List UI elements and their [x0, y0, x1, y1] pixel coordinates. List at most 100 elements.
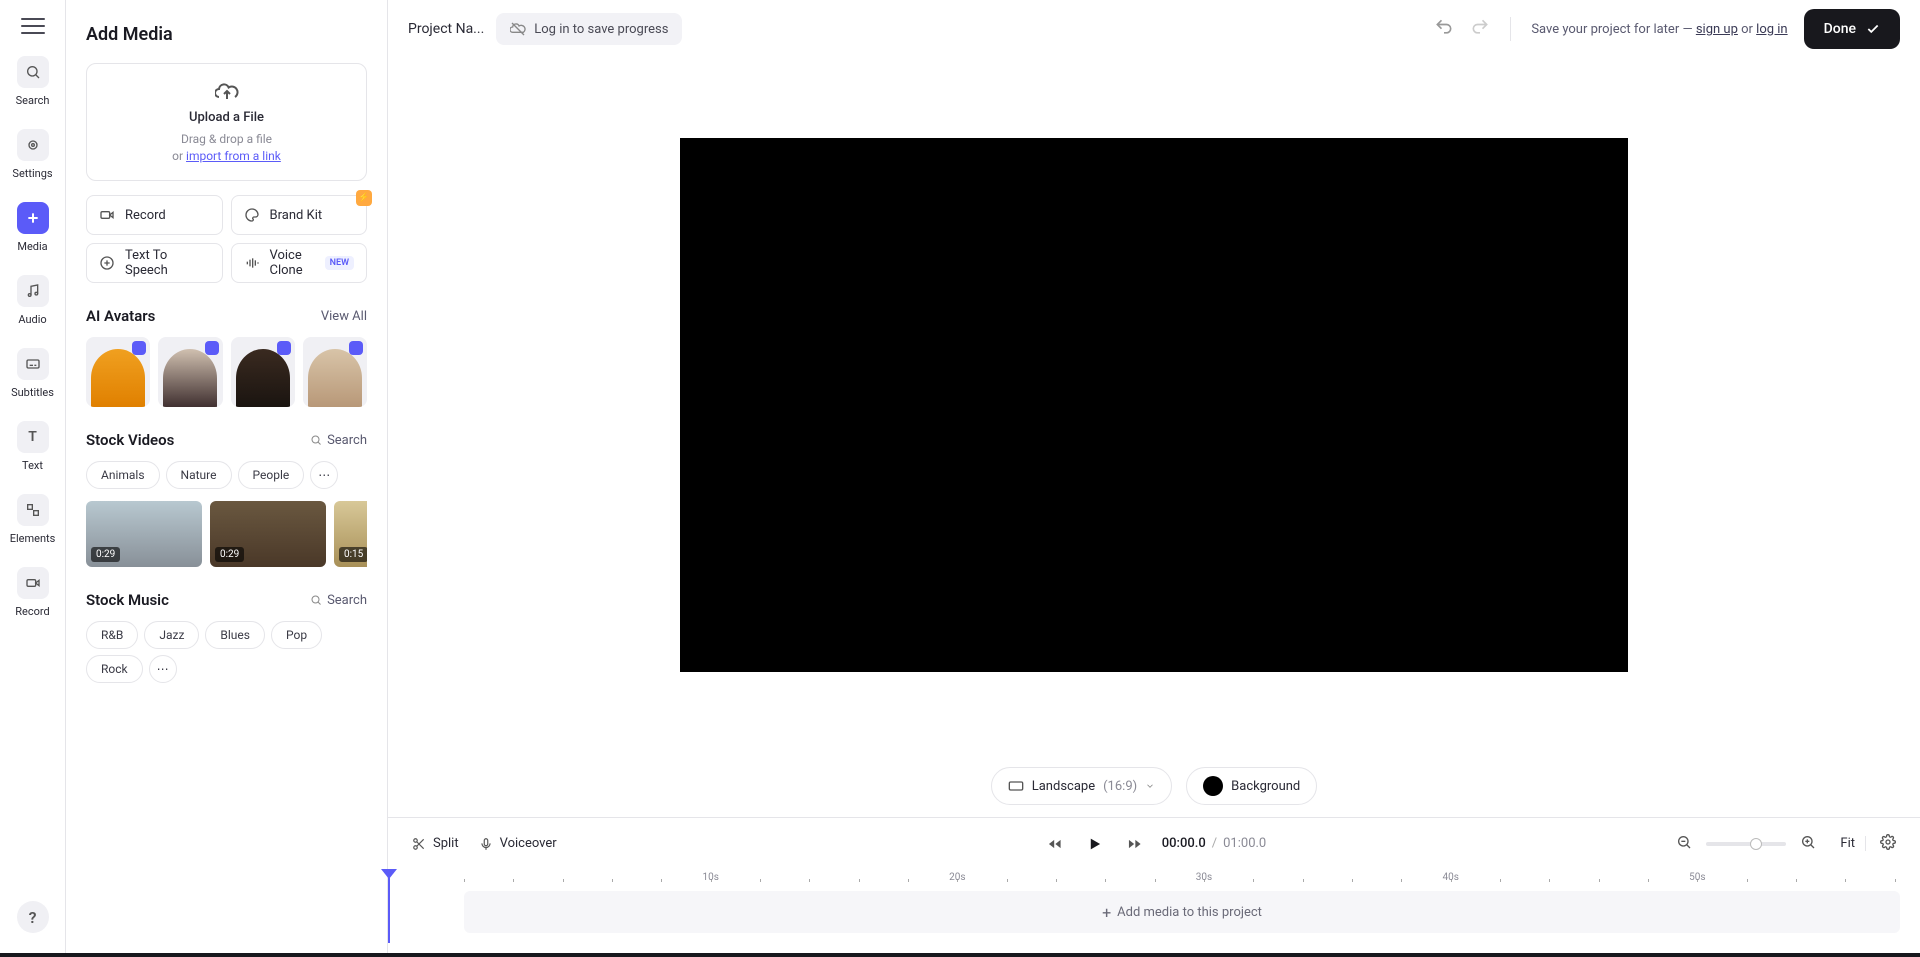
nav-label: Search [16, 94, 50, 107]
rewind-button[interactable] [1042, 831, 1068, 857]
avatar-card[interactable] [303, 337, 367, 407]
elements-icon [17, 494, 49, 526]
nav-subtitles[interactable]: Subtitles [0, 348, 65, 399]
voice-clone-button[interactable]: Voice Clone NEW [231, 243, 368, 283]
chip-blues[interactable]: Blues [205, 621, 265, 649]
nav-record[interactable]: Record [0, 567, 65, 618]
avatar-card[interactable] [86, 337, 150, 407]
zoom-in-button[interactable] [1800, 834, 1816, 854]
landscape-icon [1008, 780, 1024, 792]
chip-people[interactable]: People [238, 461, 305, 489]
menu-icon[interactable] [21, 18, 45, 34]
brand-kit-button[interactable]: Brand Kit ⚡ [231, 195, 368, 235]
chip-pop[interactable]: Pop [271, 621, 322, 649]
add-media-track[interactable]: +Add media to this project [464, 891, 1900, 933]
aspect-ratio-button[interactable]: Landscape (16:9) [991, 767, 1172, 805]
undo-button[interactable] [1434, 17, 1454, 41]
sign-up-link[interactable]: sign up [1696, 22, 1738, 37]
gear-icon [1880, 834, 1896, 850]
text-icon: T [17, 421, 49, 453]
upload-title: Upload a File [189, 110, 264, 125]
search-videos-link[interactable]: Search [310, 433, 367, 448]
avatar-card[interactable] [158, 337, 222, 407]
nav-label: Audio [18, 313, 46, 326]
time-display: 00:00.0/01:00.0 [1162, 836, 1266, 851]
upload-icon [215, 80, 239, 104]
timeline-track-area: 10s20s30s40s50s1m +Add media to this pro… [388, 869, 1920, 953]
left-nav: Search Settings Media Audio Subtitles T … [0, 0, 66, 953]
voiceover-button[interactable]: Voiceover [479, 836, 557, 851]
speech-icon [99, 255, 115, 271]
waveform-icon [244, 255, 260, 271]
scissors-icon [412, 837, 426, 851]
view-all-link[interactable]: View All [321, 309, 367, 324]
nav-search[interactable]: Search [0, 56, 65, 107]
play-icon [1087, 836, 1103, 852]
panel-title: Add Media [86, 24, 367, 45]
settings-icon [17, 129, 49, 161]
nav-audio[interactable]: Audio [0, 275, 65, 326]
chip-rnb[interactable]: R&B [86, 621, 138, 649]
avatars-heading: AI Avatars [86, 307, 155, 325]
duration-badge: 0:29 [215, 547, 244, 562]
playhead[interactable] [388, 869, 390, 943]
nav-text[interactable]: T Text [0, 421, 65, 472]
ai-badge-icon [132, 341, 146, 355]
done-button[interactable]: Done [1804, 9, 1900, 49]
upload-subtitle: Drag & drop a file or import from a link [172, 131, 281, 165]
chip-jazz[interactable]: Jazz [144, 621, 199, 649]
search-icon [17, 56, 49, 88]
chip-more[interactable]: ⋯ [310, 461, 338, 489]
chip-nature[interactable]: Nature [166, 461, 232, 489]
avatar-card[interactable] [231, 337, 295, 407]
import-link[interactable]: import from a link [186, 149, 281, 163]
record-button[interactable]: Record [86, 195, 223, 235]
chip-animals[interactable]: Animals [86, 461, 160, 489]
stock-video-card[interactable]: 0:29 [86, 501, 202, 567]
split-button[interactable]: Split [412, 836, 459, 851]
nav-label: Settings [12, 167, 52, 180]
background-button[interactable]: Background [1186, 767, 1317, 805]
zoom-out-button[interactable] [1676, 834, 1692, 854]
forward-button[interactable] [1122, 831, 1148, 857]
nav-settings[interactable]: Settings [0, 129, 65, 180]
project-name[interactable]: Project Na... [408, 21, 484, 37]
chevron-down-icon [1145, 781, 1155, 791]
fit-button[interactable]: Fit [1830, 836, 1866, 851]
stock-video-card[interactable]: 0:29 [210, 501, 326, 567]
slider-thumb[interactable] [1750, 838, 1762, 850]
plus-icon [17, 202, 49, 234]
play-button[interactable] [1082, 831, 1108, 857]
tts-button[interactable]: Text To Speech [86, 243, 223, 283]
login-pill[interactable]: Log in to save progress [496, 13, 682, 45]
search-music-link[interactable]: Search [310, 593, 367, 608]
redo-button[interactable] [1470, 17, 1490, 41]
timeline-settings-button[interactable] [1880, 834, 1896, 854]
search-icon [310, 434, 322, 446]
help-button[interactable]: ? [17, 901, 49, 933]
ai-badge-icon [349, 341, 363, 355]
top-bar: Project Na... Log in to save progress Sa… [388, 0, 1920, 58]
side-panel: Add Media Upload a File Drag & drop a fi… [66, 0, 388, 953]
player-area [388, 58, 1920, 751]
search-icon [310, 594, 322, 606]
video-canvas[interactable] [680, 138, 1628, 672]
cloud-off-icon [510, 21, 526, 37]
bottom-strip [0, 953, 1920, 957]
undo-icon [1434, 17, 1454, 37]
nav-label: Subtitles [11, 386, 54, 399]
log-in-link[interactable]: log in [1756, 22, 1787, 37]
new-badge: NEW [325, 256, 354, 270]
chip-more[interactable]: ⋯ [149, 655, 177, 683]
nav-elements[interactable]: Elements [0, 494, 65, 545]
upload-box[interactable]: Upload a File Drag & drop a file or impo… [86, 63, 367, 181]
camera-icon [99, 207, 115, 223]
zoom-out-icon [1676, 834, 1692, 850]
nav-media[interactable]: Media [0, 202, 65, 253]
timeline-ruler[interactable]: 10s20s30s40s50s1m [464, 869, 1920, 891]
chip-rock[interactable]: Rock [86, 655, 143, 683]
stock-video-card[interactable]: 0:15 [334, 501, 367, 567]
zoom-in-icon [1800, 834, 1816, 850]
zoom-slider[interactable] [1706, 842, 1786, 846]
duration-badge: 0:29 [91, 547, 120, 562]
